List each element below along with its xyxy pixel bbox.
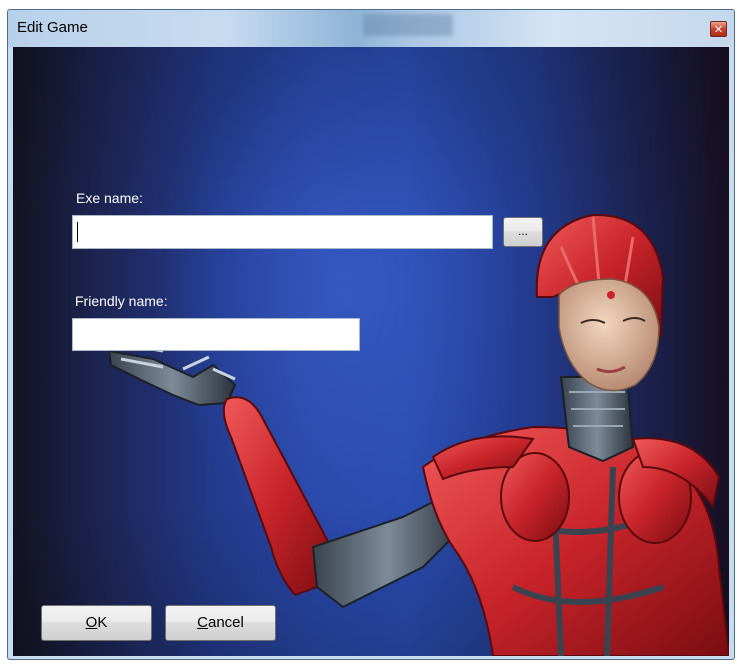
browse-button[interactable]: ...: [503, 217, 543, 247]
close-icon: ✕: [713, 23, 724, 36]
robot-woman-illustration: [107, 213, 729, 656]
title-bar[interactable]: Edit Game ✕: [8, 10, 734, 47]
window-title: Edit Game: [17, 19, 88, 36]
close-button[interactable]: ✕: [710, 21, 727, 37]
exe-name-label: Exe name:: [76, 190, 143, 206]
edit-game-dialog: Edit Game ✕ Exe name: ... Friendly name:…: [7, 9, 735, 660]
cancel-button[interactable]: Cancel: [165, 605, 276, 641]
exe-name-input[interactable]: [72, 215, 493, 249]
background-window-ghost: [363, 14, 453, 36]
text-caret: [77, 222, 78, 242]
dialog-client-area: Exe name: ... Friendly name: OK Cancel: [13, 47, 729, 656]
friendly-name-label: Friendly name:: [75, 293, 168, 309]
ok-button[interactable]: OK: [41, 605, 152, 641]
friendly-name-input[interactable]: [72, 318, 360, 351]
